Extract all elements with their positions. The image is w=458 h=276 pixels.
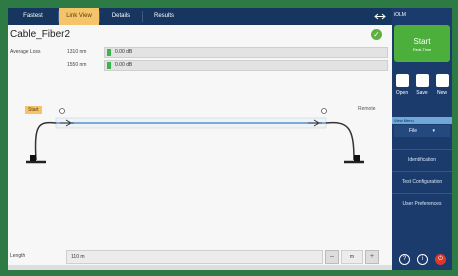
loss-indicator: [107, 62, 111, 69]
status-ok-icon: ✓: [371, 29, 382, 40]
average-loss-label: Average Loss: [10, 49, 41, 55]
loss-field: 0.00 dB: [104, 47, 388, 58]
save-icon: [415, 74, 429, 87]
length-decrement-button[interactable]: –: [325, 250, 339, 264]
length-value: 110 m: [71, 254, 85, 260]
help-icon[interactable]: ?: [399, 254, 410, 265]
wavelength-label: 1310 nm: [67, 49, 87, 55]
screen: Fastest Link View Details Results Cable_…: [8, 8, 452, 270]
start-launch-cable: [26, 121, 57, 164]
pin-icon[interactable]: [374, 12, 386, 21]
loss-indicator: [107, 49, 111, 56]
open-button[interactable]: Open: [393, 72, 411, 102]
right-panel: iOLM Start Real-Time Open Save New View …: [392, 8, 452, 270]
user-preferences-button[interactable]: User Preferences: [392, 193, 452, 215]
footer-strip: [8, 265, 392, 270]
open-icon: [395, 74, 409, 87]
identification-button[interactable]: Identification: [392, 149, 452, 171]
loss-value: 0.00 dB: [115, 62, 133, 68]
view-select[interactable]: File ▾: [394, 125, 450, 137]
tab-results[interactable]: Results: [143, 8, 185, 25]
length-input[interactable]: 110 m: [66, 250, 323, 264]
start-connector-icon[interactable]: [59, 108, 75, 127]
end-receive-cable: [325, 121, 364, 164]
app-name: iOLM: [394, 12, 406, 18]
tab-bar: Fastest Link View Details Results: [8, 8, 392, 25]
fiber-span[interactable]: [55, 117, 327, 129]
test-configuration-button[interactable]: Test Configuration: [392, 171, 452, 193]
main-panel: Cable_Fiber2 ✓ Average Loss 1310 nm 0.00…: [8, 25, 392, 270]
tab-details[interactable]: Details: [100, 8, 142, 25]
length-label: Length: [10, 253, 26, 259]
save-label: Save: [416, 90, 428, 96]
new-button[interactable]: New: [433, 72, 451, 102]
save-button[interactable]: Save: [413, 72, 431, 102]
cable-name[interactable]: Cable_Fiber2: [10, 29, 70, 40]
new-label: New: [436, 90, 447, 96]
info-icon[interactable]: i: [417, 254, 428, 265]
new-icon: [435, 74, 449, 87]
chevron-down-icon: ▾: [432, 128, 435, 134]
open-label: Open: [395, 90, 409, 96]
start-button-sublabel: Real-Time: [412, 47, 432, 52]
length-unit-field[interactable]: m: [341, 250, 363, 264]
device-frame: Fastest Link View Details Results Cable_…: [0, 0, 458, 276]
view-menu-header: View Menu: [392, 117, 452, 124]
power-icon[interactable]: ⏻: [435, 254, 446, 265]
tab-fastest[interactable]: Fastest: [8, 8, 58, 25]
wavelength-label: 1550 nm: [67, 62, 87, 68]
tab-link-view[interactable]: Link View: [59, 8, 99, 25]
link-diagram: [26, 108, 364, 164]
loss-value: 0.00 dB: [115, 49, 133, 55]
length-increment-button[interactable]: +: [365, 250, 379, 264]
loss-field: 0.00 dB: [104, 60, 388, 71]
start-button-label: Start: [413, 37, 431, 46]
view-select-value: File: [409, 128, 418, 134]
start-button[interactable]: Start Real-Time: [394, 25, 450, 62]
